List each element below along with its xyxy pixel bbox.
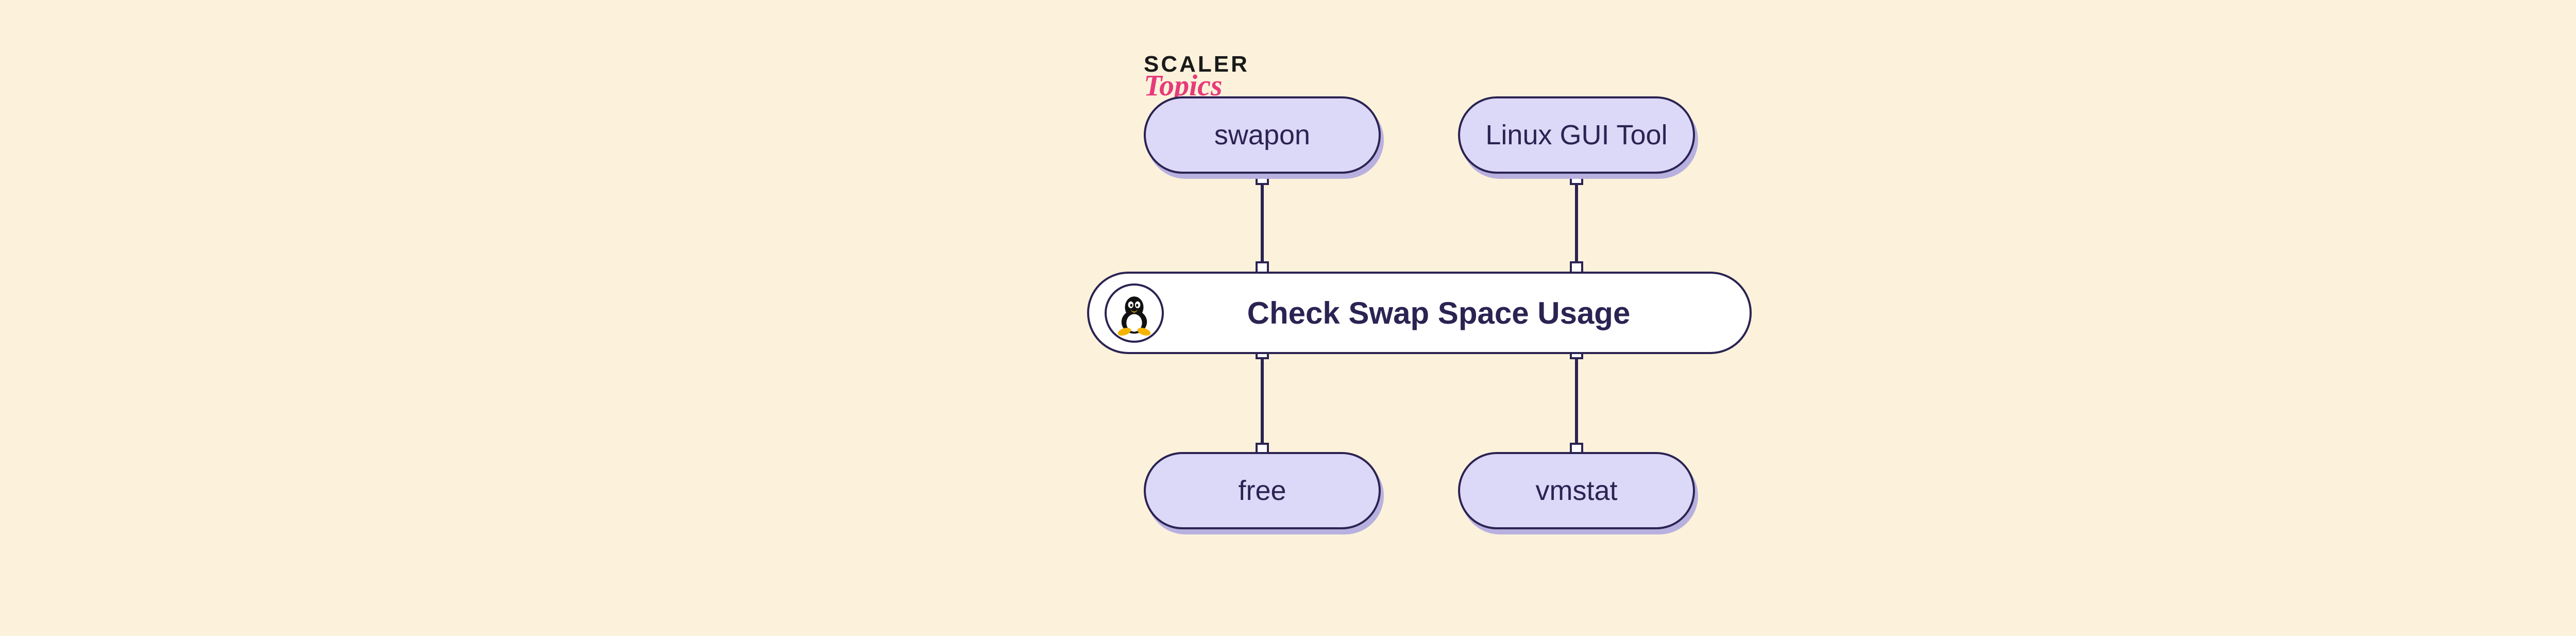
connector-line bbox=[1261, 180, 1264, 273]
node-label: swapon bbox=[1214, 119, 1310, 151]
center-node-check-swap: Check Swap Space Usage bbox=[1087, 272, 1752, 354]
node-label: Linux GUI Tool bbox=[1485, 119, 1667, 151]
node-swapon: swapon bbox=[1144, 96, 1381, 174]
center-label: Check Swap Space Usage bbox=[1184, 295, 1750, 331]
node-label: free bbox=[1238, 475, 1286, 507]
node-linux-gui-tool: Linux GUI Tool bbox=[1458, 96, 1695, 174]
node-vmstat: vmstat bbox=[1458, 452, 1695, 529]
swap-usage-diagram: swapon Linux GUI Tool free vmstat Check … bbox=[1087, 65, 2004, 571]
tux-linux-icon bbox=[1105, 283, 1164, 343]
connector-line bbox=[1575, 180, 1578, 273]
connector-line bbox=[1261, 352, 1264, 453]
node-label: vmstat bbox=[1535, 475, 1617, 507]
node-free: free bbox=[1144, 452, 1381, 529]
connector-line bbox=[1575, 352, 1578, 453]
